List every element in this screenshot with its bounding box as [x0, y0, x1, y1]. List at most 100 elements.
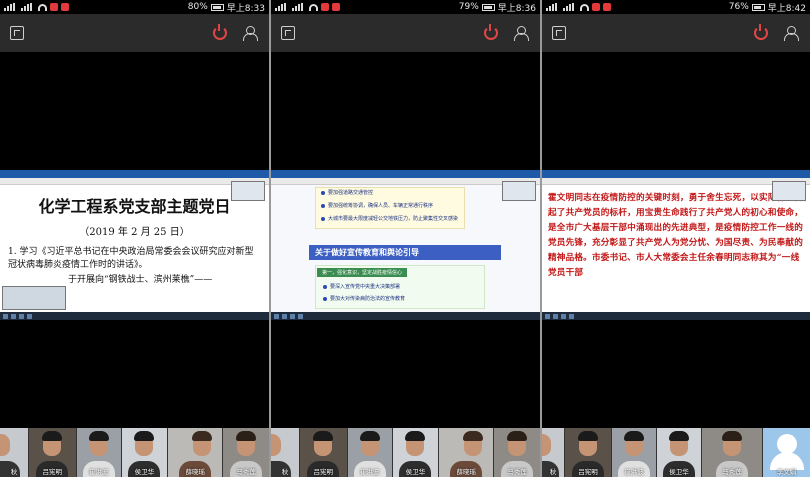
- participant-name: 薛晓瑶: [185, 468, 206, 476]
- participant-gallery: 秋 吕宪明 崔洪波 侯卫华 薛晓瑶 马秀莲: [271, 428, 540, 477]
- participant-name: 马秀莲: [722, 468, 742, 476]
- status-bar: 80% 早上8:33: [0, 0, 269, 14]
- status-bar: 79% 早上8:36: [271, 0, 540, 14]
- meeting-toolbar: [0, 14, 269, 52]
- participant-name: 崔洪波: [88, 468, 109, 476]
- participant-tile[interactable]: 秋: [542, 428, 564, 477]
- participants-icon[interactable]: [243, 26, 259, 41]
- exit-fullscreen-icon[interactable]: [552, 26, 566, 40]
- document-content: 化学工程系党支部主题党日 （2019 年 2 月 25 日） 1. 学习《习近平…: [0, 185, 269, 293]
- exit-fullscreen-icon[interactable]: [281, 26, 295, 40]
- document-paragraph: 1. 学习《习近平总书记在中央政治局常委会会议研究应对新型冠状病毒肺炎疫情工作时…: [8, 247, 254, 270]
- shared-screen: 要加强道路交通管控 要加强统筹协调，确保人员、车辆正常通行秩序 大城市要最大限度…: [271, 170, 540, 320]
- clock: 早上8:36: [497, 3, 536, 14]
- presentation-slide: 要加强道路交通管控 要加强统筹协调，确保人员、车辆正常通行秩序 大城市要最大限度…: [271, 185, 540, 312]
- window-titlebar: [0, 170, 269, 178]
- participant-tile[interactable]: 崔洪波: [76, 428, 121, 477]
- notification-icon: [61, 3, 69, 11]
- participant-name: 崔洪波: [624, 468, 644, 476]
- leave-meeting-icon[interactable]: [213, 24, 227, 40]
- battery-icon: [481, 3, 495, 11]
- signal-icon: [4, 3, 18, 11]
- participant-tile[interactable]: 侯卫华: [121, 428, 168, 477]
- participant-tile[interactable]: 薛晓瑶: [168, 428, 223, 477]
- taskbar: [0, 312, 269, 320]
- participant-name: 侯卫华: [134, 468, 155, 476]
- window-titlebar: [542, 170, 810, 178]
- wifi-icon: [580, 3, 589, 11]
- taskbar: [542, 312, 810, 320]
- participant-name: 侯卫华: [669, 468, 689, 476]
- participant-tile[interactable]: 吕宪明: [299, 428, 347, 477]
- participant-gallery: 秋 吕宪明 崔洪波 侯卫华 薛晓瑶 马秀莲: [0, 428, 269, 477]
- battery-icon: [210, 3, 224, 11]
- meeting-panel-2: 79% 早上8:36 要加强道路交通管控 要加强统筹协调，确保人员、车辆正常通行…: [271, 0, 540, 477]
- wifi-icon: [38, 3, 47, 11]
- participant-name: 吕宪明: [42, 468, 63, 476]
- video-thumbnail: [502, 181, 536, 201]
- participant-name: 吕宪明: [578, 468, 598, 476]
- participant-tile[interactable]: 李文娟: [763, 428, 810, 477]
- participant-name: 吕宪明: [313, 468, 334, 476]
- signal-icon: [546, 3, 560, 11]
- participant-name: 马秀莲: [507, 468, 527, 476]
- exit-fullscreen-icon[interactable]: [10, 26, 24, 40]
- signal-icon: [21, 3, 35, 11]
- participant-tile[interactable]: 马秀莲: [494, 428, 540, 477]
- participant-name: 李文娟: [776, 468, 797, 476]
- participant-name: 秋: [281, 468, 289, 476]
- shared-screen: 化学工程系党支部主题党日 （2019 年 2 月 25 日） 1. 学习《习近平…: [0, 170, 269, 320]
- notification-icon: [592, 3, 600, 11]
- participant-tile[interactable]: 崔洪波: [347, 428, 392, 477]
- participants-icon[interactable]: [784, 26, 800, 41]
- participant-name: 薛晓瑶: [456, 468, 477, 476]
- leave-meeting-icon[interactable]: [484, 24, 498, 40]
- participant-tile[interactable]: 侯卫华: [392, 428, 439, 477]
- participant-tile[interactable]: 吕宪明: [565, 428, 611, 477]
- window-ribbon: [0, 178, 269, 185]
- notification-icon: [332, 3, 340, 11]
- signal-icon: [292, 3, 306, 11]
- slide-bullet: 要加强道路交通管控: [328, 190, 374, 196]
- battery-percent: 79%: [458, 2, 479, 12]
- battery-icon: [751, 3, 765, 11]
- shared-screen: 霍文明同志在疫情防控的关键时刻，勇于舍生忘死，以实际行动树起了共产党员的标杆，用…: [542, 170, 810, 320]
- document-text: 霍文明同志在疫情防控的关键时刻，勇于舍生忘死，以实际行动树起了共产党员的标杆，用…: [548, 193, 804, 278]
- window-ribbon: [271, 178, 540, 185]
- document-date: （2019 年 2 月 25 日）: [79, 227, 190, 238]
- participant-tile[interactable]: 马秀莲: [223, 428, 269, 477]
- participants-icon[interactable]: [514, 26, 530, 41]
- participant-tile[interactable]: 崔洪波: [612, 428, 656, 477]
- slide-bullet: 要深入宣传党中央重大决策部署: [330, 284, 401, 290]
- meeting-panel-3: 76% 早上8:42 霍文明同志在疫情防控的关键时刻，勇于舍生忘死，以实际行动树…: [542, 0, 810, 477]
- notification-icon: [50, 3, 58, 11]
- status-bar: 76% 早上8:42: [542, 0, 810, 14]
- battery-percent: 76%: [728, 2, 749, 12]
- video-thumbnail: [231, 181, 265, 201]
- taskbar: [271, 312, 540, 320]
- participant-tile[interactable]: 侯卫华: [657, 428, 701, 477]
- wifi-icon: [309, 3, 318, 11]
- notification-icon: [603, 3, 611, 11]
- window-titlebar: [271, 170, 540, 178]
- document-title: 化学工程系党支部主题党日: [38, 197, 231, 216]
- participant-name: 秋: [10, 468, 18, 476]
- meeting-panel-1: 80% 早上8:33 化学工程系党支部主题党日 （2019 年 2 月 25 日…: [0, 0, 269, 477]
- participant-tile[interactable]: 秋: [271, 428, 299, 477]
- signal-icon: [275, 3, 289, 11]
- slide-bullet: 要加大对传染病防治法的宣传教育: [330, 296, 406, 302]
- participant-tile[interactable]: 薛晓瑶: [439, 428, 494, 477]
- signal-icon: [563, 3, 577, 11]
- participant-tile[interactable]: 秋: [0, 428, 28, 477]
- participant-name: 侯卫华: [405, 468, 426, 476]
- participant-name: 秋: [549, 468, 557, 476]
- notification-icon: [321, 3, 329, 11]
- participant-tile[interactable]: 马秀莲: [702, 428, 762, 477]
- participant-tile[interactable]: 吕宪明: [28, 428, 76, 477]
- battery-percent: 80%: [187, 2, 208, 12]
- participant-name: 崔洪波: [359, 468, 380, 476]
- participant-name: 马秀莲: [236, 468, 256, 476]
- leave-meeting-icon[interactable]: [754, 24, 768, 40]
- clock: 早上8:42: [767, 3, 806, 14]
- window-ribbon: [542, 178, 810, 185]
